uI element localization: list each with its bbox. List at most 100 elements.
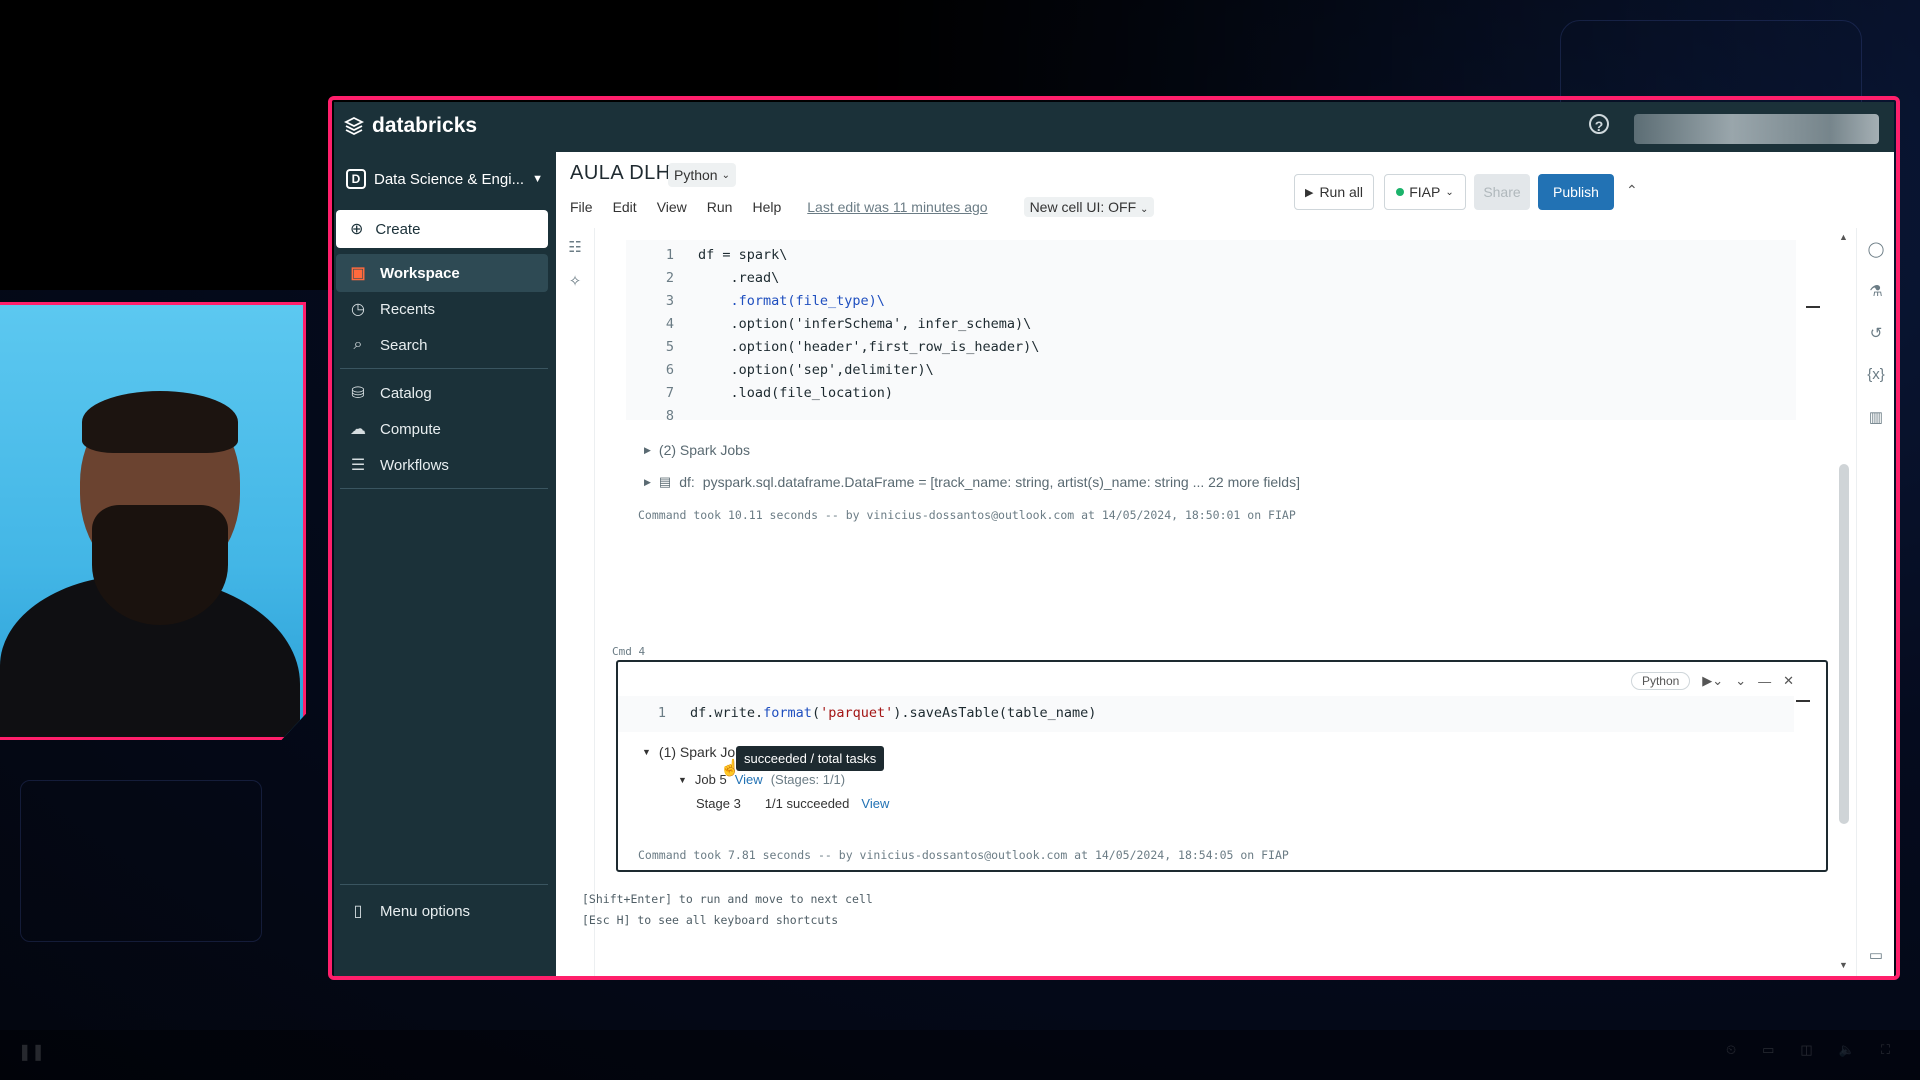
cmd-label: Cmd 4 (612, 645, 646, 658)
code-cell-2: Python ▶⌄ ⌄ — ✕ 1 df.write.format('parque… (616, 660, 1828, 872)
sidebar-divider (340, 488, 548, 489)
chevron-down-icon: ⌄ (1445, 186, 1454, 198)
menu-help[interactable]: Help (752, 199, 781, 215)
sidebar-divider (340, 884, 548, 885)
chevron-up-icon[interactable]: ⌃ (1626, 182, 1638, 199)
notebook-title[interactable]: AULA DLH (570, 162, 671, 185)
close-icon[interactable]: ✕ (1783, 673, 1794, 689)
workspace-switcher[interactable]: D Data Science & Engi... ▼ (346, 164, 546, 194)
run-all-button[interactable]: ▶ Run all (1294, 174, 1374, 210)
left-gutter: ☷ ✧ (556, 228, 595, 976)
cluster-status-icon (1396, 188, 1405, 196)
chevron-down-icon: ⌄ (721, 169, 730, 181)
pause-icon[interactable]: ❚❚ (18, 1042, 45, 1062)
menu-edit[interactable]: Edit (613, 199, 637, 215)
workflows-icon: ☰ (350, 457, 366, 474)
code-line: 2 .read\ (665, 270, 780, 286)
new-cell-ui-toggle[interactable]: New cell UI: OFF ⌄ (1023, 197, 1155, 217)
shortcut-hint-run: [Shift+Enter] to run and move to next ce… (582, 892, 873, 906)
code-editor-2[interactable]: 1 df.write.format('parquet').saveAsTable(… (618, 696, 1794, 732)
caret-down-icon: ▼ (532, 173, 543, 185)
notebook-header: AULA DLH Python ⌄ File Edit View Run Hel… (556, 152, 1894, 229)
notebook-content: ☷ ✧ 1 df = spark\ 2 .read\ 3 .format(file… (556, 228, 1894, 976)
cell-language-pill[interactable]: Python (1630, 672, 1691, 690)
experiments-icon[interactable]: ⚗ (1866, 282, 1886, 300)
job-row[interactable]: ▼ Job 5 View (Stages: 1/1) (678, 772, 845, 787)
command-meta-2: Command took 7.81 seconds -- by vinicius… (638, 848, 1289, 862)
share-button[interactable]: Share (1474, 174, 1530, 210)
code-line: 3 .format(file_type)\ (665, 293, 885, 309)
catalog-icon: ⛁ (351, 385, 365, 402)
video-player-bar (0, 1030, 1920, 1080)
workspace-switcher-label: Data Science & Engi... (374, 170, 525, 188)
menu-view[interactable]: View (657, 199, 687, 215)
stage-row: Stage 3 1/1 succeeded View (696, 796, 890, 811)
chart-icon[interactable]: ▥ (1866, 408, 1886, 426)
scroll-up-icon[interactable]: ▲ (1839, 232, 1848, 242)
code-line: 5 .option('header',first_row_is_header)\ (665, 339, 1040, 355)
menu-run[interactable]: Run (707, 199, 733, 215)
variables-icon[interactable]: {x} (1866, 366, 1886, 383)
sidebar-item-recents[interactable]: ◷ Recents (336, 290, 548, 328)
scrollbar-thumb[interactable] (1839, 464, 1849, 824)
chevron-down-icon[interactable]: ⌄ (1735, 673, 1746, 689)
vertical-scrollbar[interactable]: ▲ ▼ (1836, 228, 1850, 976)
top-bar: databricks ? (334, 102, 1894, 152)
sidebar-item-workspace[interactable]: ▣ Workspace (336, 254, 548, 292)
code-cell-1: 1 df = spark\ 2 .read\ 3 .format(file_typ… (626, 228, 1836, 574)
captions-icon[interactable]: ▭ (1762, 1042, 1774, 1058)
sidebar-toggle-icon: ▯ (353, 903, 363, 920)
assistant-icon[interactable]: ✧ (565, 272, 585, 290)
webcam-overlay (0, 302, 306, 740)
language-selector[interactable]: Python ⌄ (668, 163, 736, 187)
table-of-contents-icon[interactable]: ☷ (565, 238, 585, 256)
dataframe-schema-toggle[interactable]: ▶ ▤ df: pyspark.sql.dataframe.DataFrame … (644, 474, 1300, 490)
code-line: 7 .load(file_location) (665, 385, 894, 401)
playback-speed-icon[interactable]: ⏲ (1726, 1042, 1736, 1058)
search-icon: ⌕ (353, 336, 363, 353)
cluster-selector[interactable]: FIAP ⌄ (1384, 174, 1466, 210)
volume-icon[interactable]: 🔈 (1839, 1042, 1855, 1058)
minimize-icon[interactable]: — (1758, 674, 1771, 689)
fullscreen-icon[interactable]: ⛶ (1881, 1042, 1890, 1058)
stage-view-link[interactable]: View (861, 796, 889, 811)
tooltip: succeeded / total tasks (736, 746, 885, 771)
create-button[interactable]: ⊕ Create (336, 210, 548, 248)
menu-file[interactable]: File (570, 199, 593, 215)
databricks-window: databricks ? D Data Science & Engi... ▼ … (334, 102, 1894, 976)
databricks-logo-icon (344, 116, 364, 136)
notebook-menu: File Edit View Run Help Last edit was 11… (570, 197, 1155, 217)
publish-button[interactable]: Publish (1538, 174, 1614, 210)
sidebar-item-workflows[interactable]: ☰ Workflows (336, 446, 548, 484)
menu-options-button[interactable]: ▯ Menu options (336, 892, 548, 930)
cell-toolbar: Python ▶⌄ ⌄ — ✕ (1630, 672, 1794, 690)
user-menu-blurred[interactable] (1634, 114, 1879, 144)
workspace-letter-icon: D (346, 169, 366, 189)
cell-minimize-indicator (1796, 700, 1810, 702)
background-circuit (20, 780, 262, 942)
sidebar-item-catalog[interactable]: ⛁ Catalog (336, 374, 548, 412)
plus-circle-icon: ⊕ (350, 221, 364, 238)
sidebar: D Data Science & Engi... ▼ ⊕ Create ▣ Wo… (334, 152, 556, 976)
databricks-logo[interactable]: databricks (344, 114, 477, 138)
run-cell-icon[interactable]: ▶⌄ (1702, 673, 1723, 689)
scroll-down-icon[interactable]: ▼ (1839, 960, 1848, 970)
comments-icon[interactable]: ◯ (1866, 240, 1886, 258)
sidebar-item-search[interactable]: ⌕ Search (336, 326, 548, 364)
caret-down-icon: ▼ (678, 774, 687, 785)
right-rail: ◯ ⚗ ↺ {x} ▥ ▭ (1856, 228, 1894, 976)
code-line: 4 .option('inferSchema', infer_schema)\ (665, 316, 1032, 332)
help-icon[interactable]: ? (1589, 114, 1609, 134)
player-controls: ⏲ ▭ ◫ 🔈 ⛶ (1726, 1042, 1890, 1058)
clock-icon: ◷ (351, 301, 365, 318)
last-edit-link[interactable]: Last edit was 11 minutes ago (807, 199, 987, 215)
code-line: 8 (665, 408, 674, 424)
history-icon[interactable]: ↺ (1866, 324, 1886, 342)
code-line: 1 df.write.format('parquet').saveAsTable(… (657, 705, 1097, 721)
code-editor-1[interactable]: 1 df = spark\ 2 .read\ 3 .format(file_typ… (626, 240, 1796, 424)
workspace-icon: ▣ (350, 265, 366, 282)
panel-toggle-icon[interactable]: ▭ (1866, 946, 1886, 964)
pip-icon[interactable]: ◫ (1800, 1042, 1812, 1058)
sidebar-item-compute[interactable]: ☁ Compute (336, 410, 548, 448)
spark-jobs-toggle-1[interactable]: ▶ (2) Spark Jobs (644, 442, 750, 458)
